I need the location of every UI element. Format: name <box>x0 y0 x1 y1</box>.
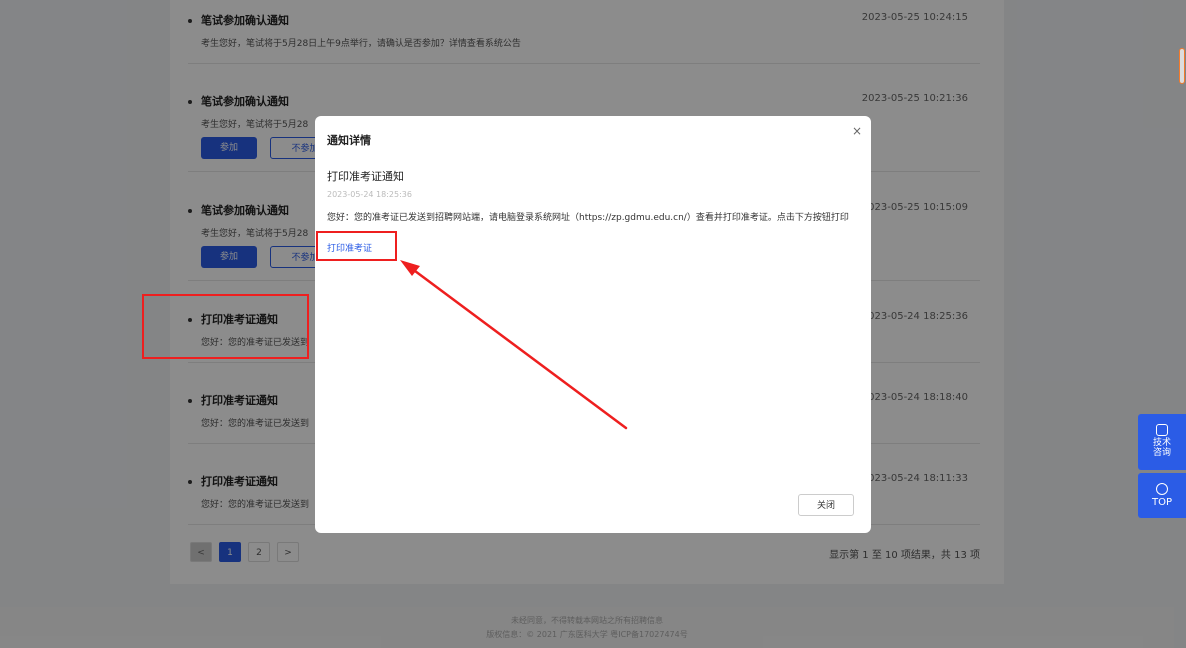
scrollbar-thumb[interactable] <box>1179 48 1185 84</box>
close-icon[interactable]: × <box>852 124 862 138</box>
arrow-up-icon <box>1156 483 1168 495</box>
back-to-top-label: TOP <box>1151 497 1172 508</box>
modal-notice-title: 打印准考证通知 <box>327 170 404 183</box>
chat-icon <box>1156 424 1168 436</box>
notice-detail-modal: 通知详情 × 打印准考证通知 2023-05-24 18:25:36 您好：您的… <box>315 116 871 533</box>
modal-close-button[interactable]: 关闭 <box>798 494 854 516</box>
modal-header: 通知详情 <box>327 134 371 147</box>
modal-notice-body: 您好：您的准考证已发送到招聘网站端，请电脑登录系统网址（https://zp.g… <box>327 213 849 223</box>
back-to-top-button[interactable]: TOP <box>1138 473 1186 518</box>
annotation-box <box>142 294 309 359</box>
modal-notice-date: 2023-05-24 18:25:36 <box>327 190 412 199</box>
tech-consult-button[interactable]: 技术咨询 <box>1138 414 1186 470</box>
tech-consult-label: 技术咨询 <box>1152 438 1171 458</box>
annotation-box <box>316 231 397 261</box>
